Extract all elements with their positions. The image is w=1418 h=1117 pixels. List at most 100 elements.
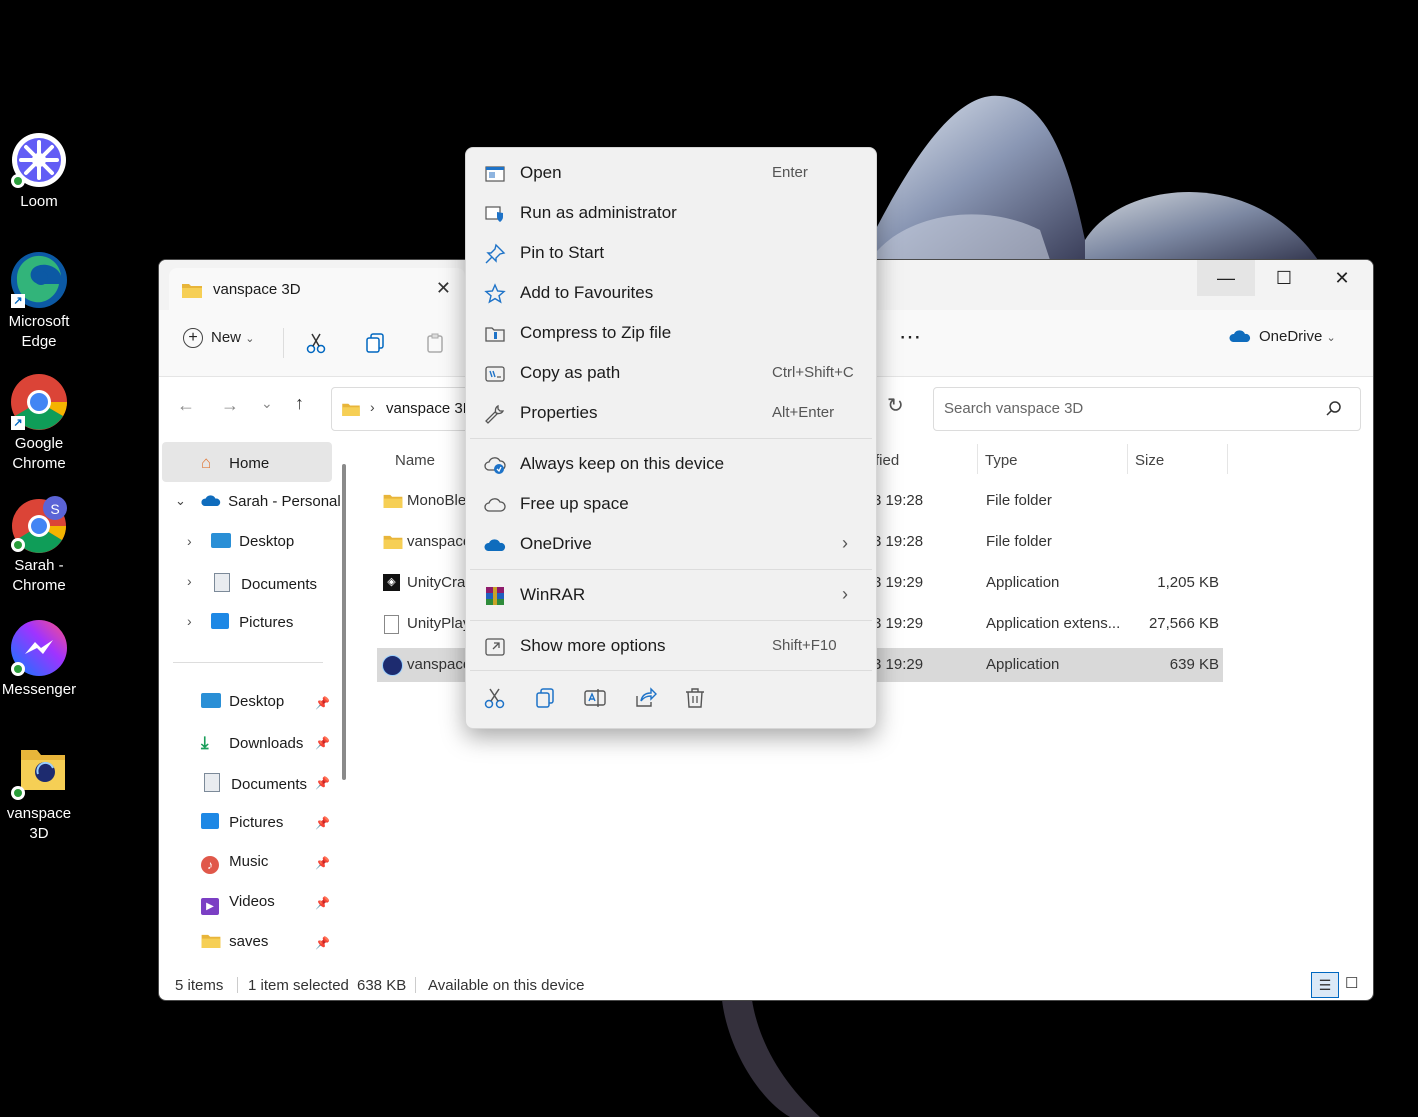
desktop-icon-label: Messenger [1,681,77,698]
file-type: Application [986,656,1060,673]
nav-label: Videos [229,893,275,910]
address-bar[interactable]: › vanspace 3D [331,387,474,431]
folder-icon [383,535,403,549]
nav-item-od-documents[interactable]: Documents [211,573,317,593]
pin-icon[interactable]: 📌 [315,856,330,870]
nav-item-pictures[interactable]: Pictures [201,813,283,831]
breadcrumb[interactable]: vanspace 3D [386,400,474,417]
menu-item-open[interactable]: Open Enter [472,154,870,192]
recent-chevron-icon[interactable]: ⌄ [261,395,273,412]
menu-item-add-to-favourites[interactable]: Add to Favourites [472,274,870,312]
menu-label: Open [520,163,562,182]
expand-chevron-icon[interactable]: › [187,533,192,549]
nav-item-saves[interactable]: saves [201,933,268,950]
chevron-down-icon: ⌄ [245,333,255,345]
menu-item-compress-zip[interactable]: Compress to Zip file [472,314,870,352]
delete-icon[interactable] [683,686,707,710]
nav-item-od-desktop[interactable]: Desktop [211,533,294,550]
menu-item-run-as-admin[interactable]: Run as administrator [472,194,870,232]
menu-shortcut: Shift+F10 [772,637,837,654]
menu-item-free-up-space[interactable]: Free up space [472,485,870,523]
close-window-button[interactable]: ✕ [1313,260,1371,296]
nav-label: Home [229,455,270,472]
desktop-icon-loom[interactable]: Loom [0,130,78,212]
onedrive-label: OneDrive [1259,328,1323,345]
expand-chevron-icon[interactable]: › [187,613,192,629]
menu-item-properties[interactable]: Properties Alt+Enter [472,394,870,432]
maximize-button[interactable]: ☐ [1255,260,1313,296]
desktop-icon-chrome[interactable]: ↗ Google Chrome [0,372,78,474]
desktop-icon-messenger[interactable]: Messenger [0,618,78,700]
desktop-icon-edge[interactable]: ↗ Microsoft Edge [0,250,78,352]
column-header-modified[interactable]: fied [875,452,899,469]
status-divider [237,977,238,993]
tiles-view-icon[interactable]: ☐ [1345,974,1358,992]
menu-item-copy-as-path[interactable]: Copy as path Ctrl+Shift+C [472,354,870,392]
onedrive-icon [1229,330,1251,342]
nav-item-videos[interactable]: ▶ Videos [201,893,275,915]
close-tab-icon[interactable]: ✕ [436,278,451,299]
new-button[interactable]: + New ⌄ [183,328,254,348]
menu-item-winrar[interactable]: WinRAR › [472,576,870,614]
menu-separator [470,620,872,621]
nav-scrollbar[interactable] [342,464,346,780]
pin-icon[interactable]: 📌 [315,896,330,910]
expand-chevron-icon[interactable]: › [187,573,192,589]
menu-item-pin-to-start[interactable]: Pin to Start [472,234,870,272]
winrar-icon [486,587,504,605]
nav-item-desktop[interactable]: Desktop [201,693,284,710]
expand-chevron-icon[interactable]: ⌄ [175,493,186,509]
paste-icon[interactable] [425,332,447,354]
refresh-icon[interactable]: ↻ [887,393,904,418]
cut-icon[interactable] [305,332,327,354]
file-type: File folder [986,533,1052,550]
copy-icon[interactable] [365,332,387,354]
cloud-sync-icon [484,457,506,474]
search-input[interactable]: Search vanspace 3D [944,400,1083,417]
nav-item-documents[interactable]: Documents [201,773,307,793]
menu-separator [470,569,872,570]
nav-item-music[interactable]: ♪ Music [201,853,268,874]
file-name: MonoBle [407,492,467,509]
column-divider [977,444,978,474]
tab-vanspace-3d[interactable]: vanspace 3D ✕ [169,268,465,310]
pin-icon[interactable]: 📌 [315,936,330,950]
nav-item-downloads[interactable]: ⤓ Downloads [201,733,303,753]
nav-label: Sarah - Personal [228,493,341,510]
pin-icon[interactable]: 📌 [315,776,330,790]
nav-label: Desktop [239,533,295,550]
desktop-icon-sarah-chrome[interactable]: S Sarah - Chrome [0,494,78,596]
more-options-icon[interactable]: ⋯ [899,324,922,350]
menu-item-show-more-options[interactable]: Show more options Shift+F10 [472,627,870,665]
menu-item-always-keep[interactable]: Always keep on this device [472,445,870,483]
cut-icon[interactable] [483,686,507,710]
minimize-button[interactable]: — [1197,260,1255,296]
desktop-icon-vanspace[interactable]: vanspace 3D [0,742,78,844]
nav-item-home[interactable]: ⌂ Home [201,453,269,473]
menu-item-onedrive[interactable]: OneDrive › [472,525,870,563]
file-size: 639 KB [1169,656,1219,673]
unity-app-icon: ◈ [383,574,400,591]
column-header-type[interactable]: Type [985,452,1018,469]
file-size: 1,205 KB [1157,574,1219,591]
back-arrow-icon[interactable]: ← [177,395,195,416]
sync-ok-icon [11,538,25,552]
copy-icon[interactable] [533,686,557,710]
column-header-size[interactable]: Size [1135,452,1164,469]
file-modified: 3 19:29 [873,574,924,591]
onedrive-button[interactable]: OneDrive ⌄ [1229,328,1336,345]
desktop-icon-label: Loom [20,193,58,210]
nav-item-od-pictures[interactable]: Pictures [211,613,293,631]
rename-icon[interactable] [583,686,607,710]
pin-icon[interactable]: 📌 [315,816,330,830]
share-icon[interactable] [633,686,657,710]
shortcut-arrow-icon: ↗ [11,416,25,430]
details-view-icon[interactable]: ☰ [1311,972,1339,998]
pin-icon[interactable]: 📌 [315,736,330,750]
up-arrow-icon[interactable]: ↑ [295,393,304,414]
column-header-name[interactable]: Name [395,452,435,469]
search-box[interactable]: Search vanspace 3D [933,387,1361,431]
pin-icon[interactable]: 📌 [315,696,330,710]
forward-arrow-icon[interactable]: → [221,395,239,416]
nav-item-onedrive[interactable]: Sarah - Personal [201,493,341,510]
